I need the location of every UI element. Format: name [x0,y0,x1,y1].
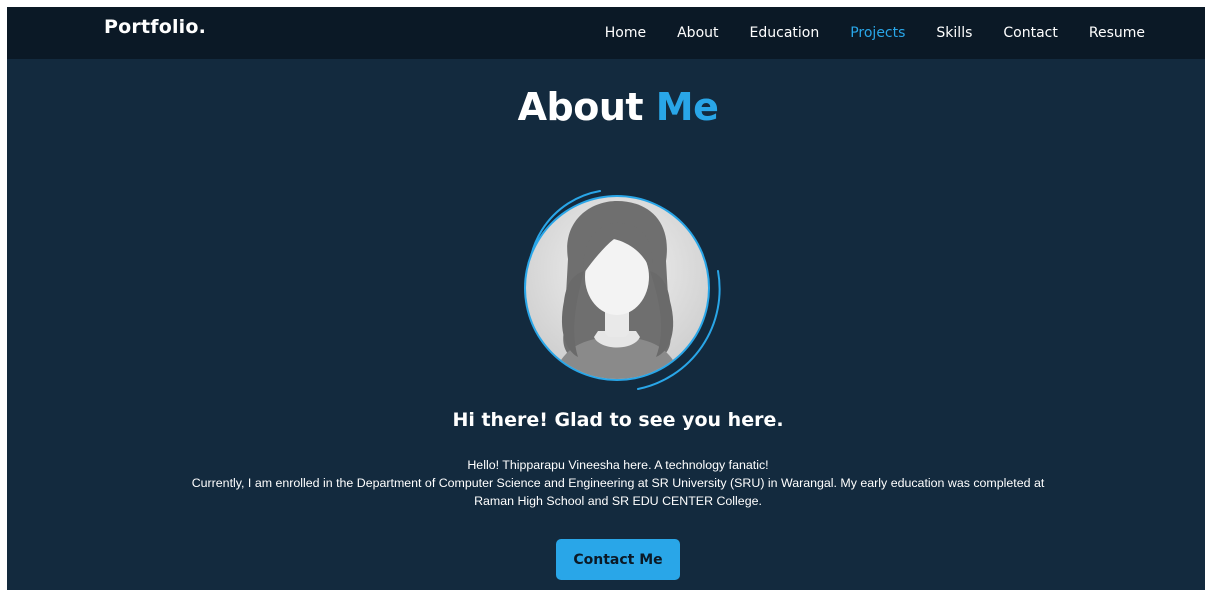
about-line-1: Hello! Thipparapu Vineesha here. A techn… [467,458,769,472]
about-line-2: Currently, I am enrolled in the Departme… [191,476,1045,490]
page-frame: Portfolio. Home About Education Projects… [7,7,1205,590]
navbar: Portfolio. Home About Education Projects… [7,7,1205,59]
female-avatar-icon [524,190,721,390]
nav-link-resume[interactable]: Resume [1089,25,1145,41]
brand-logo[interactable]: Portfolio. [104,16,206,38]
about-line-3: Raman High School and SR EDU CENTER Coll… [474,494,762,508]
nav-link-home[interactable]: Home [605,25,646,41]
contact-me-button[interactable]: Contact Me [556,539,680,580]
nav-link-education[interactable]: Education [750,25,820,41]
nav-link-projects[interactable]: Projects [850,25,905,41]
nav-link-skills[interactable]: Skills [936,25,972,41]
greeting-heading: Hi there! Glad to see you here. [452,409,784,431]
section-title: About Me [7,85,1205,129]
nav-links: Home About Education Projects Skills Con… [574,7,1145,59]
nav-link-contact[interactable]: Contact [1003,25,1057,41]
section-title-part2: Me [655,85,719,129]
section-title-part1: About [517,85,644,129]
profile-avatar [510,181,724,395]
nav-link-about[interactable]: About [677,25,718,41]
about-description: Hello! Thipparapu Vineesha here. A techn… [97,456,1139,510]
